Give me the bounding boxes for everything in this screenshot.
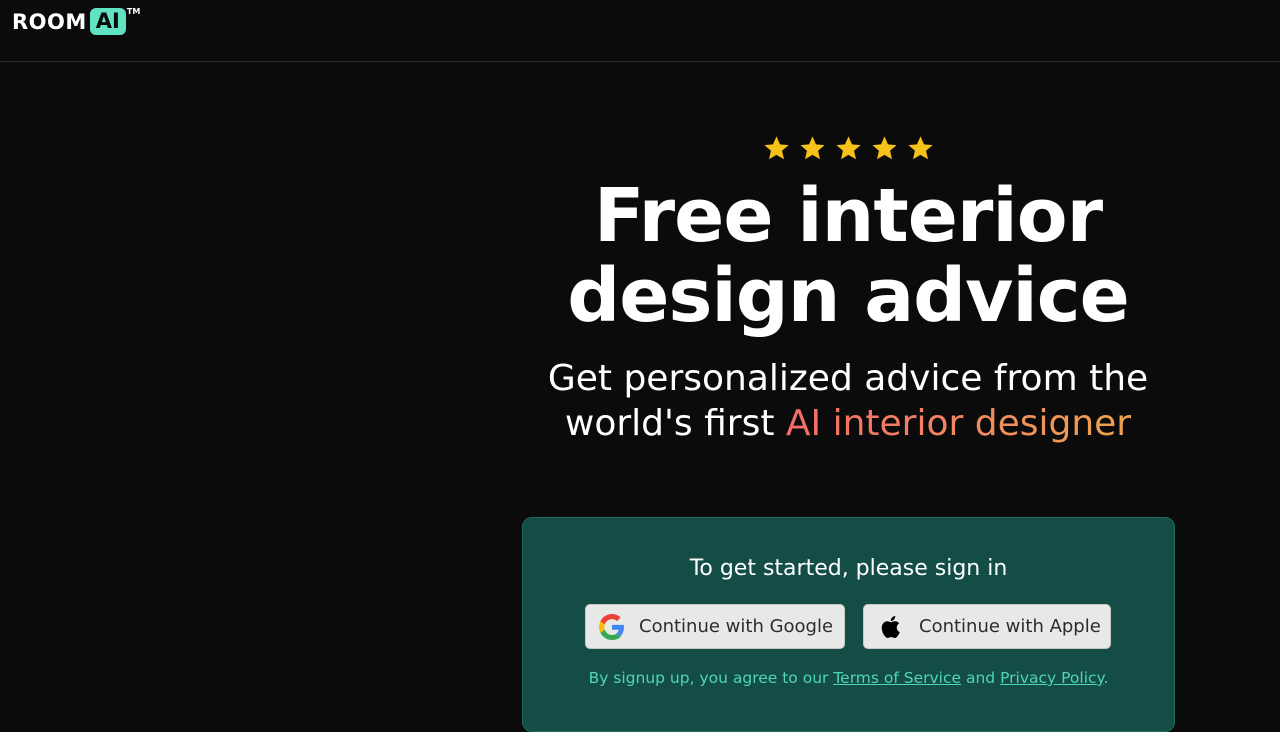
signin-title: To get started, please sign in (689, 556, 1008, 581)
logo-trademark: TM (126, 7, 141, 16)
subhead-line-2-prefix: world's first (564, 403, 786, 444)
legal-and: and (961, 669, 1001, 687)
star-icon (907, 135, 933, 159)
logo-ai-badge: AI (89, 8, 126, 35)
page-headline: Free interior design advice (522, 176, 1174, 336)
signin-card: To get started, please sign in Continue … (522, 517, 1175, 732)
page-subheadline: Get personalized advice from the world's… (522, 356, 1174, 446)
google-logo-icon (599, 613, 624, 640)
subhead-line-1: Get personalized advice from the (547, 358, 1149, 399)
star-icon (799, 135, 825, 159)
headline-line-1: Free interior (593, 173, 1103, 259)
terms-of-service-link[interactable]: Terms of Service (833, 669, 961, 687)
continue-with-apple-button[interactable]: Continue with Apple (863, 604, 1111, 649)
privacy-policy-link[interactable]: Privacy Policy (1000, 669, 1103, 687)
apple-logo-icon (881, 615, 900, 638)
site-header: ROOM AI TM (0, 0, 1280, 62)
continue-with-google-button[interactable]: Continue with Google (585, 604, 845, 649)
rating-stars (522, 130, 1174, 166)
google-button-label: Continue with Google (639, 616, 834, 637)
hero-section: Free interior design advice Get personal… (522, 130, 1174, 446)
apple-button-label: Continue with Apple (919, 616, 1101, 637)
headline-line-2: design advice (567, 253, 1130, 339)
star-icon (763, 135, 789, 159)
star-icon (871, 135, 897, 159)
logo-room-text: ROOM (12, 9, 87, 34)
subhead-accent-text: AI interior designer (785, 403, 1132, 444)
legal-suffix: . (1103, 669, 1109, 687)
room-ai-logo[interactable]: ROOM AI TM (12, 7, 141, 35)
legal-notice: By signup up, you agree to our Terms of … (523, 669, 1174, 687)
legal-prefix: By signup up, you agree to our (588, 669, 834, 687)
star-icon (835, 135, 861, 159)
